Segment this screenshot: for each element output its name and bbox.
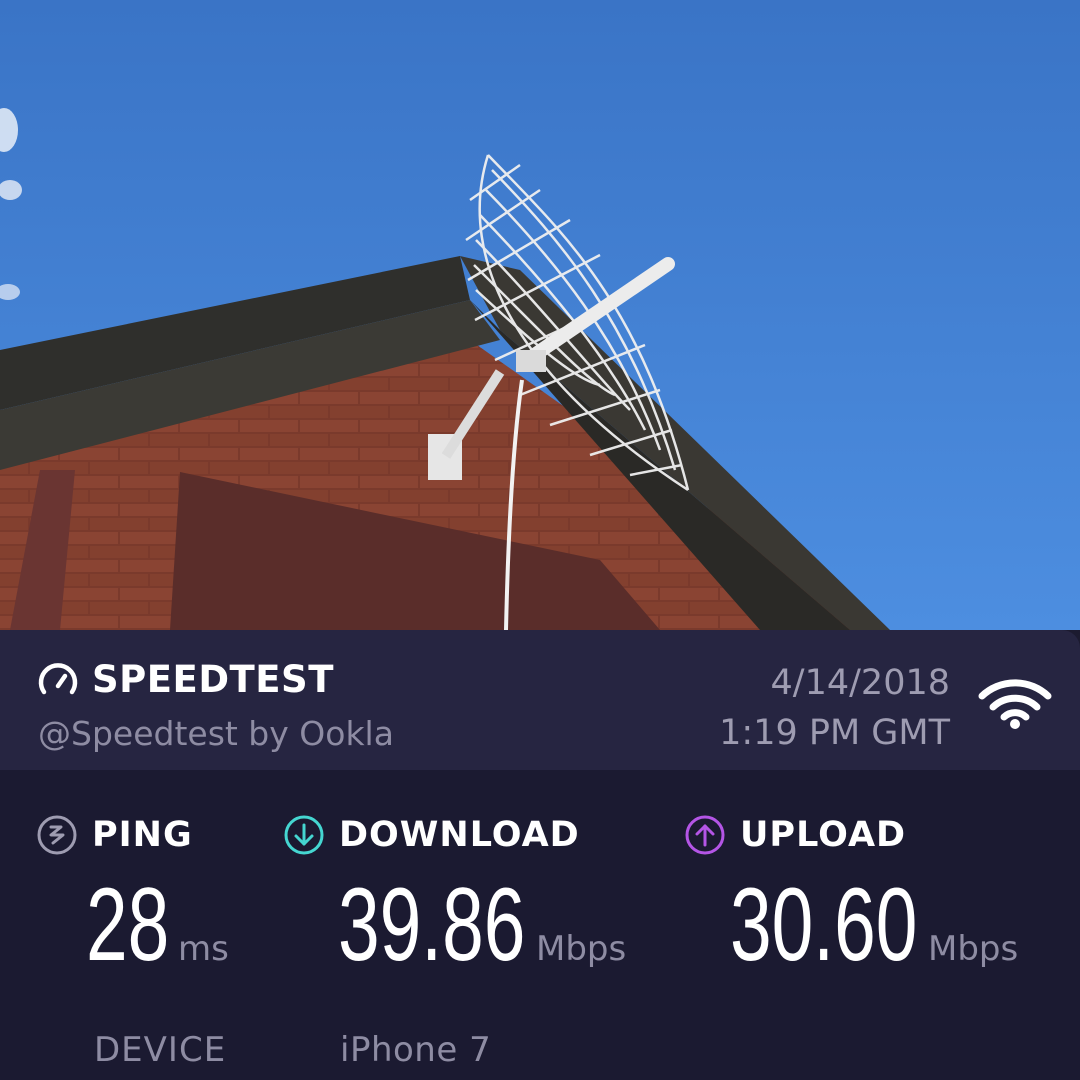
download-arrow-icon <box>284 815 324 855</box>
ping-label-text: PING <box>92 815 193 855</box>
speedtest-handle: @Speedtest by Ookla <box>38 714 394 753</box>
upload-label: UPLOAD <box>684 813 906 857</box>
download-value: 39.86 Mbps <box>338 870 626 980</box>
speedtest-brand: SPEEDTEST <box>36 658 334 702</box>
test-timestamp: 4/14/2018 1:19 PM GMT <box>719 658 950 758</box>
upload-value: 30.60 Mbps <box>730 870 1018 980</box>
ping-icon <box>37 815 77 855</box>
brand-name: SPEEDTEST <box>92 658 334 701</box>
ping-label: PING <box>36 813 193 857</box>
upload-label-text: UPLOAD <box>740 815 907 855</box>
download-unit: Mbps <box>536 929 627 969</box>
antenna-photo <box>0 0 1080 630</box>
download-label-text: DOWNLOAD <box>339 815 580 855</box>
upload-unit: Mbps <box>928 929 1019 969</box>
result-header: SPEEDTEST @Speedtest by Ookla 4/14/2018 … <box>0 630 1080 770</box>
speedtest-result-card: SPEEDTEST @Speedtest by Ookla 4/14/2018 … <box>0 630 1080 1080</box>
ping-value: 28 ms <box>86 870 229 980</box>
device-value: iPhone 7 <box>340 1030 492 1070</box>
test-time: 1:19 PM GMT <box>719 713 950 753</box>
wifi-icon <box>978 679 1052 729</box>
ping-number: 28 <box>86 867 170 983</box>
test-date: 4/14/2018 <box>770 663 950 703</box>
device-label: DEVICE <box>94 1030 227 1070</box>
download-label: DOWNLOAD <box>283 813 580 857</box>
download-number: 39.86 <box>338 867 526 983</box>
speedometer-icon <box>38 663 78 695</box>
upload-number: 30.60 <box>730 867 918 983</box>
ping-unit: ms <box>178 929 229 969</box>
upload-arrow-icon <box>685 815 725 855</box>
